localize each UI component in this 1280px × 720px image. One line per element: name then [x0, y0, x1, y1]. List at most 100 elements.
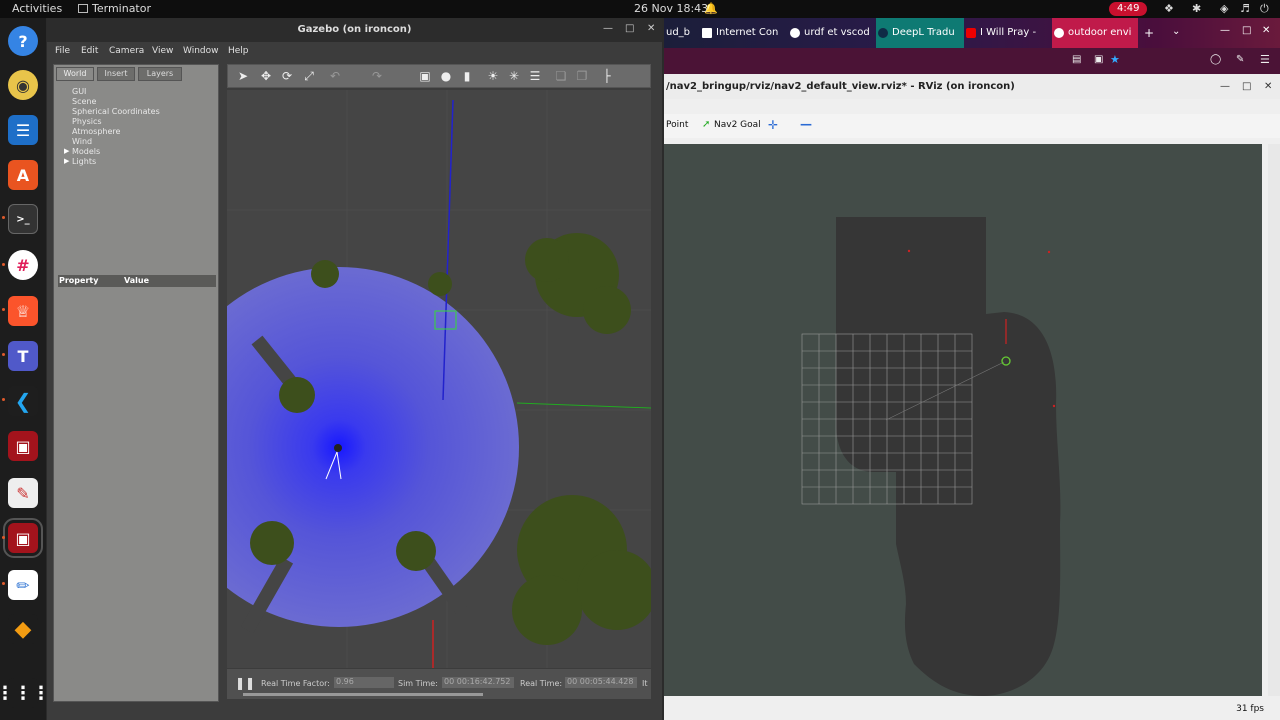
publish-point-tool[interactable]: Point	[666, 120, 688, 130]
tab-list-icon[interactable]: ⌄	[1172, 26, 1180, 37]
activities-button[interactable]: Activities	[12, 2, 62, 15]
youtube-icon	[966, 28, 976, 38]
align-icon[interactable]: ├	[600, 69, 614, 83]
browser-tab-5[interactable]: outdoor envi	[1052, 18, 1138, 48]
menu-icon[interactable]: ☰	[1260, 53, 1270, 66]
minimize-icon[interactable]: —	[1220, 25, 1230, 36]
rviz-3d-view[interactable]	[664, 144, 1262, 696]
brave-icon[interactable]: ♕	[8, 296, 38, 326]
menu-window[interactable]: Window	[183, 46, 219, 56]
cylinder-icon[interactable]: ▮	[460, 69, 474, 83]
sphere-icon[interactable]: ●	[439, 69, 453, 83]
dock: ? ◉ ☰ A >_ # ♕ T ❮ ▣ ✎ ▣ ✏ ◆ ⋮⋮⋮	[0, 18, 50, 720]
browser-tab-2[interactable]: urdf et vscod	[788, 18, 872, 48]
extension-icon[interactable]: ❖	[1164, 2, 1174, 15]
pause-icon[interactable]: ❚❚	[235, 676, 255, 690]
gazebo-3d-viewport[interactable]	[227, 90, 651, 668]
tree-item-physics[interactable]: Physics	[72, 117, 102, 126]
iterations-label: It	[642, 679, 648, 688]
clock[interactable]: 26 Nov 18:43	[634, 2, 708, 15]
browser-tab-1[interactable]: Internet Con	[700, 18, 784, 48]
maximize-icon[interactable]: □	[1242, 81, 1251, 92]
add-tool-icon[interactable]: ✛	[768, 118, 778, 132]
browser-tab-3[interactable]: DeepL Tradu	[876, 18, 964, 48]
menu-view[interactable]: View	[152, 46, 173, 56]
browser-tab-4[interactable]: I Will Pray -	[964, 18, 1048, 48]
minimize-icon[interactable]: —	[1220, 81, 1230, 92]
maximize-icon[interactable]: □	[625, 23, 634, 34]
translate-icon[interactable]: ✥	[259, 69, 273, 83]
bookmark-star-icon[interactable]: ★	[1110, 53, 1120, 66]
extensions-icon[interactable]: ✎	[1236, 54, 1244, 65]
copy-icon[interactable]: ❏	[554, 69, 568, 83]
battery-indicator[interactable]: 4:49	[1109, 2, 1148, 16]
volume-icon[interactable]: ♬	[1240, 2, 1250, 15]
sim-time-label: Sim Time:	[398, 679, 438, 688]
help-icon[interactable]: ?	[8, 26, 38, 56]
gedit-icon[interactable]: ✏	[8, 570, 38, 600]
terminal-icon[interactable]: >_	[8, 204, 38, 234]
undo-icon[interactable]: ↶	[328, 69, 342, 83]
remove-tool-icon[interactable]: —	[800, 117, 812, 131]
terminator-icon	[78, 4, 88, 13]
select-icon[interactable]: ➤	[236, 69, 250, 83]
close-icon[interactable]: ✕	[1264, 81, 1272, 92]
wifi-icon[interactable]: ◈	[1220, 2, 1228, 15]
app-store-icon[interactable]: A	[8, 160, 38, 190]
rhythmbox-icon[interactable]: ◉	[8, 70, 38, 100]
browser-nav-row: ▤ ▣ ★ ◯ ✎ ☰	[664, 48, 1280, 74]
close-icon[interactable]: ✕	[1262, 25, 1270, 36]
tree-item-scene[interactable]: Scene	[72, 97, 96, 106]
directional-light-icon[interactable]: ☰	[528, 69, 542, 83]
writer-icon[interactable]: ☰	[8, 115, 38, 145]
apps-grid-icon[interactable]: ⋮⋮⋮	[0, 678, 50, 708]
point-light-icon[interactable]: ☀	[486, 69, 500, 83]
new-tab-button[interactable]: +	[1144, 26, 1154, 40]
pocket-icon[interactable]: ◯	[1210, 54, 1221, 65]
menu-file[interactable]: File	[55, 46, 70, 56]
google-icon	[790, 28, 800, 38]
menu-edit[interactable]: Edit	[81, 46, 98, 56]
rotate-icon[interactable]: ⟳	[280, 69, 294, 83]
scale-icon[interactable]: ⤢	[302, 69, 316, 83]
tree-item-spherical[interactable]: Spherical Coordinates	[72, 107, 160, 116]
vscode-icon[interactable]: ❮	[8, 386, 38, 416]
teams-icon[interactable]: T	[8, 341, 38, 371]
box-icon[interactable]: ▣	[418, 69, 432, 83]
browser-tab-0[interactable]: ud_b	[650, 18, 690, 48]
tree-item-models[interactable]: Models	[72, 147, 100, 156]
maximize-icon[interactable]: □	[1242, 25, 1251, 36]
text-editor-icon[interactable]: ✎	[8, 478, 38, 508]
menu-help[interactable]: Help	[228, 46, 249, 56]
menu-camera[interactable]: Camera	[109, 46, 144, 56]
browser-tab-strip: ud_b Internet Con urdf et vscod DeepL Tr…	[664, 18, 1280, 48]
tree-item-gui[interactable]: GUI	[72, 87, 86, 96]
tab-insert[interactable]: Insert	[97, 67, 135, 81]
terminator-active-icon[interactable]: ▣	[3, 518, 43, 558]
terminator-icon[interactable]: ▣	[8, 431, 38, 461]
picture-icon[interactable]: ▣	[1094, 54, 1103, 65]
vertical-scrollbar[interactable]	[1268, 144, 1280, 696]
tree-item-wind[interactable]: Wind	[72, 137, 92, 146]
redo-icon[interactable]: ↷	[370, 69, 384, 83]
tab-world[interactable]: World	[56, 67, 94, 81]
horizontal-scrollbar[interactable]	[243, 693, 483, 696]
tab-label: outdoor envi	[1068, 27, 1132, 38]
spot-light-icon[interactable]: ✳	[507, 69, 521, 83]
minimize-icon[interactable]: —	[603, 23, 613, 34]
expand-arrow-icon[interactable]: ▶	[64, 157, 69, 165]
active-app-label[interactable]: Terminator	[92, 2, 151, 15]
slack-icon[interactable]: #	[8, 250, 38, 280]
tree-item-atmosphere[interactable]: Atmosphere	[72, 127, 120, 136]
reader-icon[interactable]: ▤	[1072, 54, 1081, 65]
layers-icon[interactable]: ◆	[8, 614, 38, 644]
property-header: Property Value	[58, 275, 216, 287]
bell-icon[interactable]: 🔔	[704, 2, 718, 15]
power-icon[interactable]: ⏻	[1260, 2, 1269, 16]
tree-item-lights[interactable]: Lights	[72, 157, 96, 166]
expand-arrow-icon[interactable]: ▶	[64, 147, 69, 155]
paste-icon[interactable]: ❐	[575, 69, 589, 83]
slack-tray-icon[interactable]: ✱	[1192, 2, 1201, 15]
tab-layers[interactable]: Layers	[138, 67, 182, 81]
nav2-goal-tool[interactable]: Nav2 Goal	[714, 120, 761, 130]
